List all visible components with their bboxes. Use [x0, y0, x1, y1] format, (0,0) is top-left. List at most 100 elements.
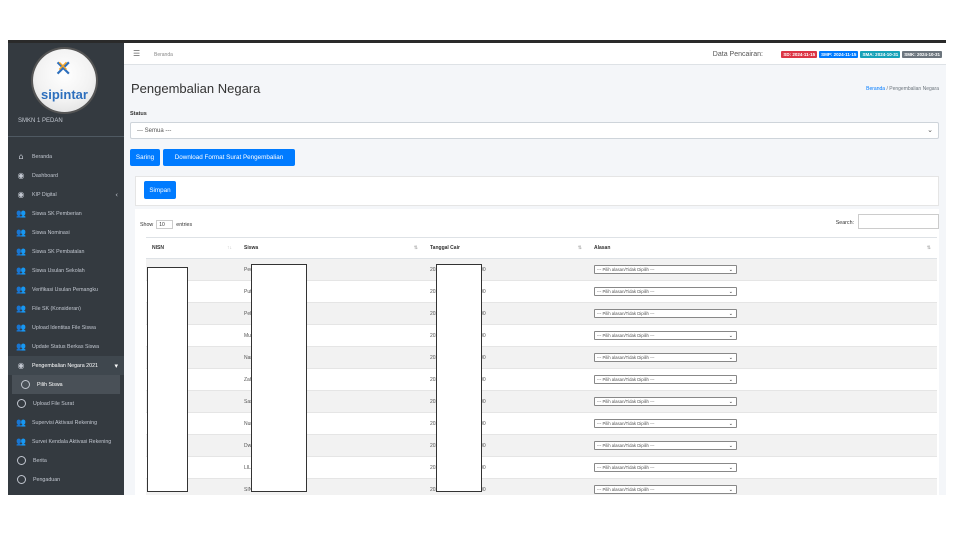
sidebar-divider — [8, 136, 124, 137]
download-format-button[interactable]: Download Format Surat Pengembalian — [163, 149, 295, 166]
top-breadcrumb[interactable]: Beranda — [154, 52, 173, 58]
logo-text: sipintar — [41, 87, 88, 102]
page-length-select[interactable]: 10 — [156, 220, 174, 229]
sidebar-item-label: Siswa SK Pembatalan — [32, 248, 85, 255]
sidebar-item-label: KIP Digital — [32, 191, 57, 198]
alasan-select[interactable]: --- Pilih alasan/Tidak Dipilih --- ⌄ — [594, 309, 737, 318]
sidebar-item-update-status-berkas-siswa[interactable]: 👥 Update Status Berkas Siswa — [8, 337, 124, 356]
sidebar-item-label: Pilih Siswa — [37, 381, 63, 388]
logo-accent-icon: ✕ — [57, 59, 69, 75]
sidebar-item-label: Supervisi Aktivasi Rekening — [32, 419, 98, 426]
sidebar-item-label: Upload File Surat — [33, 400, 74, 407]
users-icon: 👥 — [16, 437, 26, 446]
sidebar-item-berita[interactable]: Berita — [8, 451, 124, 470]
alasan-select[interactable]: --- Pilih alasan/Tidak Dipilih --- ⌄ — [594, 485, 737, 494]
cell-alasan: --- Pilih alasan/Tidak Dipilih --- ⌄ — [588, 390, 937, 413]
cell-alasan: --- Pilih alasan/Tidak Dipilih --- ⌄ — [588, 456, 937, 479]
chevron-down-icon: ▾ — [114, 361, 118, 370]
users-icon: 👥 — [16, 418, 26, 427]
sort-icon: ⇅ — [577, 245, 582, 251]
breadcrumb-separator: / — [886, 86, 888, 92]
sidebar-item-beranda[interactable]: ⌂ Beranda — [8, 147, 124, 166]
alasan-select[interactable]: --- Pilih alasan/Tidak Dipilih --- ⌄ — [594, 419, 737, 428]
cell-alasan: --- Pilih alasan/Tidak Dipilih --- ⌄ — [588, 412, 937, 435]
chevron-down-icon: ⌄ — [728, 377, 733, 383]
redaction-box-nisn — [147, 267, 188, 492]
column-header-label: Alasan — [594, 245, 611, 251]
dashboard-icon: ◉ — [17, 171, 25, 180]
sidebar-nav: ⌂ Beranda ◉ Dashboard ◉ KIP Digital ‹ 👥 Siswa SK… — [8, 147, 124, 489]
sidebar-item-supervisi-aktivasi-rekening[interactable]: 👥 Supervisi Aktivasi Rekening — [8, 413, 124, 432]
sidebar-item-dashboard[interactable]: ◉ Dashboard — [8, 166, 124, 185]
column-header-alasan[interactable]: Alasan ⇅ — [588, 237, 937, 259]
sidebar-item-siswa-sk-pembatalan[interactable]: 👥 Siswa SK Pembatalan — [8, 242, 124, 261]
sidebar-item-verifikasi-usulan-pemangku[interactable]: 👥 Verifikasi Usulan Pemangku — [8, 280, 124, 299]
main-content: ☰ Beranda Data Pencairan: SD: 2024-11-15… — [124, 43, 946, 495]
sidebar-item-pengaduan[interactable]: Pengaduan — [8, 470, 124, 489]
sidebar-item-pengembalian-negara-2021[interactable]: ◉ Pengembalian Negara 2021 ▾ — [8, 356, 124, 375]
saring-button[interactable]: Saring — [130, 149, 160, 166]
sidebar-item-label: Beranda — [32, 153, 53, 160]
hamburger-icon[interactable]: ☰ — [133, 49, 140, 58]
simpan-button[interactable]: Simpan — [144, 181, 176, 199]
sidebar-item-label: Survei Kendala Aktivasi Rekening — [32, 438, 112, 445]
sidebar-item-siswa-usulan-sekolah[interactable]: 👥 Siswa Usulan Sekolah — [8, 261, 124, 280]
sidebar-item-label: Siswa Nominasi — [32, 229, 70, 236]
circle-icon — [17, 475, 26, 484]
users-icon: 👥 — [16, 209, 26, 218]
page-title: Pengembalian Negara — [131, 81, 261, 96]
column-header-tanggal-cair[interactable]: Tanggal Cair ⇅ — [424, 237, 588, 259]
sidebar-item-upload-file-surat[interactable]: Upload File Surat — [8, 394, 124, 413]
sidebar-item-upload-identitas-file-siswa[interactable]: 👥 Upload Identitas File Siswa — [8, 318, 124, 337]
sidebar-item-survei-kendala-aktivasi-rekening[interactable]: 👥 Survei Kendala Aktivasi Rekening — [8, 432, 124, 451]
alasan-select[interactable]: --- Pilih alasan/Tidak Dipilih --- ⌄ — [594, 265, 737, 274]
circle-icon — [17, 456, 26, 465]
alasan-select[interactable]: --- Pilih alasan/Tidak Dipilih --- ⌄ — [594, 353, 737, 362]
alasan-select-value: --- Pilih alasan/Tidak Dipilih --- — [597, 443, 655, 448]
alasan-select[interactable]: --- Pilih alasan/Tidak Dipilih --- ⌄ — [594, 397, 737, 406]
alasan-select-value: --- Pilih alasan/Tidak Dipilih --- — [597, 355, 655, 360]
users-icon: 👥 — [16, 228, 26, 237]
alasan-select-value: --- Pilih alasan/Tidak Dipilih --- — [597, 377, 655, 382]
alasan-select[interactable]: --- Pilih alasan/Tidak Dipilih --- ⌄ — [594, 441, 737, 450]
alasan-select-value: --- Pilih alasan/Tidak Dipilih --- — [597, 465, 655, 470]
pencairan-badge: SMP: 2024-11-15 — [819, 51, 859, 58]
sidebar: ✕ ✕ sipintar SMKN 1 PEDAN ⌂ Beranda ◉ Dashb… — [8, 43, 124, 495]
show-entries: Show 10 entries — [140, 220, 192, 229]
column-header-siswa[interactable]: Siswa ⇅ — [238, 237, 424, 259]
column-header-nisn[interactable]: NISN ↑↓ — [146, 237, 238, 259]
sort-icon: ⇅ — [926, 245, 931, 251]
chevron-down-icon: ⌄ — [728, 465, 733, 471]
status-select[interactable]: --- Semua --- ⌄ — [130, 122, 939, 139]
alasan-select[interactable]: --- Pilih alasan/Tidak Dipilih --- ⌄ — [594, 375, 737, 384]
cell-alasan: --- Pilih alasan/Tidak Dipilih --- ⌄ — [588, 258, 937, 281]
sidebar-item-pilih-siswa[interactable]: Pilih Siswa — [12, 375, 120, 394]
school-name[interactable]: SMKN 1 PEDAN — [18, 118, 63, 124]
chevron-down-icon: ⌄ — [728, 487, 733, 493]
breadcrumb-home[interactable]: Beranda — [866, 86, 885, 92]
sidebar-item-label: File SK (Konsideran) — [32, 305, 81, 312]
chevron-down-icon: ⌄ — [728, 421, 733, 427]
cell-alasan: --- Pilih alasan/Tidak Dipilih --- ⌄ — [588, 478, 937, 495]
redaction-box-tanggal — [436, 264, 482, 492]
kip-digital-icon: ◉ — [17, 190, 25, 199]
cell-alasan: --- Pilih alasan/Tidak Dipilih --- ⌄ — [588, 368, 937, 391]
sidebar-item-file-sk-konsideran[interactable]: 👥 File SK (Konsideran) — [8, 299, 124, 318]
chevron-down-icon: ⌄ — [728, 267, 733, 273]
users-icon: 👥 — [16, 342, 26, 351]
alasan-select-value: --- Pilih alasan/Tidak Dipilih --- — [597, 399, 655, 404]
alasan-select[interactable]: --- Pilih alasan/Tidak Dipilih --- ⌄ — [594, 463, 737, 472]
search-input[interactable] — [858, 214, 939, 229]
alasan-select[interactable]: --- Pilih alasan/Tidak Dipilih --- ⌄ — [594, 287, 737, 296]
users-icon: 👥 — [16, 266, 26, 275]
sidebar-item-kip-digital[interactable]: ◉ KIP Digital ‹ — [8, 185, 124, 204]
column-header-label: NISN — [152, 245, 164, 251]
alasan-select[interactable]: --- Pilih alasan/Tidak Dipilih --- ⌄ — [594, 331, 737, 340]
sipintar-logo[interactable]: ✕ ✕ sipintar — [33, 49, 96, 112]
sidebar-item-label: Dashboard — [32, 172, 58, 179]
table-header-row: NISN ↑↓ Siswa ⇅ Tanggal Cair ⇅ Alasan ⇅ — [146, 237, 937, 259]
sidebar-item-siswa-sk-pemberian[interactable]: 👥 Siswa SK Pemberian — [8, 204, 124, 223]
sidebar-item-siswa-nominasi[interactable]: 👥 Siswa Nominasi — [8, 223, 124, 242]
chevron-down-icon: ⌄ — [728, 355, 733, 361]
cell-alasan: --- Pilih alasan/Tidak Dipilih --- ⌄ — [588, 280, 937, 303]
